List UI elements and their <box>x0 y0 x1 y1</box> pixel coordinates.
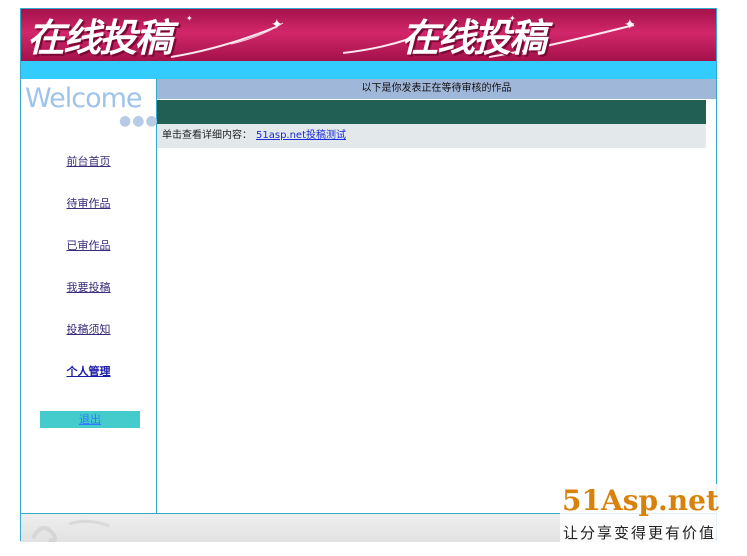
nav-link-pending[interactable]: 待审作品 <box>21 197 156 239</box>
banner-strip <box>21 61 716 79</box>
watermark: 51Asp.net 让分享变得更有价值 <box>560 484 740 544</box>
nav-link-personal[interactable]: 个人管理 <box>21 365 156 407</box>
watermark-brand: 51Asp.net <box>562 484 719 517</box>
banner-title-right: 在线投稿 <box>401 15 547 60</box>
svg-text:✦: ✦ <box>186 14 193 23</box>
sidebar: Welcome ●●● 前台首页 待审作品 已审作品 我要投稿 投稿须知 个人管… <box>21 79 159 513</box>
nav-link-approved[interactable]: 已审作品 <box>21 239 156 281</box>
nav-link-submit[interactable]: 我要投稿 <box>21 281 156 323</box>
page-frame: 在线投稿 ✦ ✦ ✦ ✦ 在线投稿 Welcome ●●● 前台首页 待审作品 … <box>20 8 717 542</box>
watermark-slogan: 让分享变得更有价值 <box>563 524 717 542</box>
submission-link[interactable]: 51asp.net投稿测试 <box>256 130 346 141</box>
detail-label: 单击查看详细内容： <box>162 130 252 141</box>
banner: 在线投稿 ✦ ✦ ✦ ✦ 在线投稿 <box>21 9 716 61</box>
table-header-band <box>157 100 706 124</box>
logout-button[interactable]: 退出 <box>40 411 140 428</box>
sidebar-nav: 前台首页 待审作品 已审作品 我要投稿 投稿须知 个人管理 <box>21 155 156 407</box>
banner-right: ✦ ✦ 在线投稿 <box>339 9 659 61</box>
main-content: 以下是你发表正在等待审核的作品 单击查看详细内容： 51asp.net投稿测试 <box>157 79 716 513</box>
banner-left: 在线投稿 ✦ ✦ <box>21 9 341 61</box>
svg-text:✦: ✦ <box>271 17 283 33</box>
svg-text:✦: ✦ <box>624 17 636 33</box>
section-title: 以下是你发表正在等待审核的作品 <box>157 79 716 99</box>
submission-row: 单击查看详细内容： 51asp.net投稿测试 <box>157 124 706 148</box>
welcome-logo: Welcome <box>25 83 143 114</box>
footer-swirl-icon <box>31 519 110 542</box>
nav-link-home[interactable]: 前台首页 <box>21 155 156 197</box>
dots-icon: ●●● <box>119 113 159 129</box>
shooting-star-icon: ✦ ✦ <box>170 14 284 58</box>
nav-link-guidelines[interactable]: 投稿须知 <box>21 323 156 365</box>
